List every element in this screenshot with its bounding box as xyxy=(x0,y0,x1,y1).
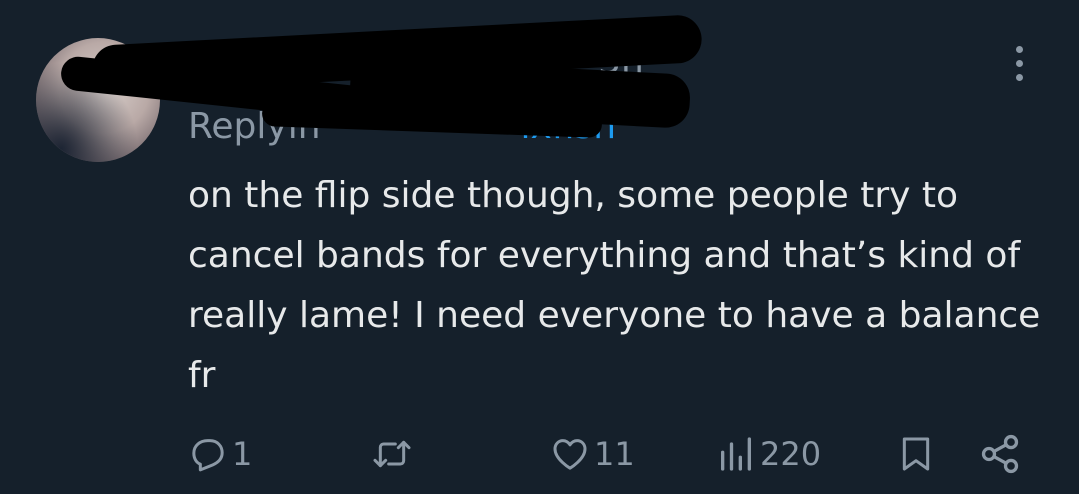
views-icon xyxy=(721,437,751,471)
like-icon xyxy=(553,439,587,470)
retweet-icon xyxy=(373,440,411,468)
views-button[interactable]: 220 xyxy=(716,424,821,484)
action-bar: 1 11 220 xyxy=(0,424,1079,484)
share-icon xyxy=(981,434,1019,474)
like-button[interactable]: 11 xyxy=(550,424,635,484)
share-button[interactable] xyxy=(978,424,1022,484)
bookmark-icon xyxy=(902,437,930,471)
more-icon[interactable] xyxy=(1000,40,1040,88)
reply-icon xyxy=(192,439,224,472)
like-count: 11 xyxy=(594,435,635,473)
bookmark-button[interactable] xyxy=(896,424,936,484)
tweet-text: on the flip side though, some people try… xyxy=(188,175,1041,396)
reply-button[interactable]: 1 xyxy=(188,424,252,484)
reply-count: 1 xyxy=(232,435,253,473)
retweet-button[interactable] xyxy=(370,424,418,484)
view-count: 220 xyxy=(760,435,822,473)
